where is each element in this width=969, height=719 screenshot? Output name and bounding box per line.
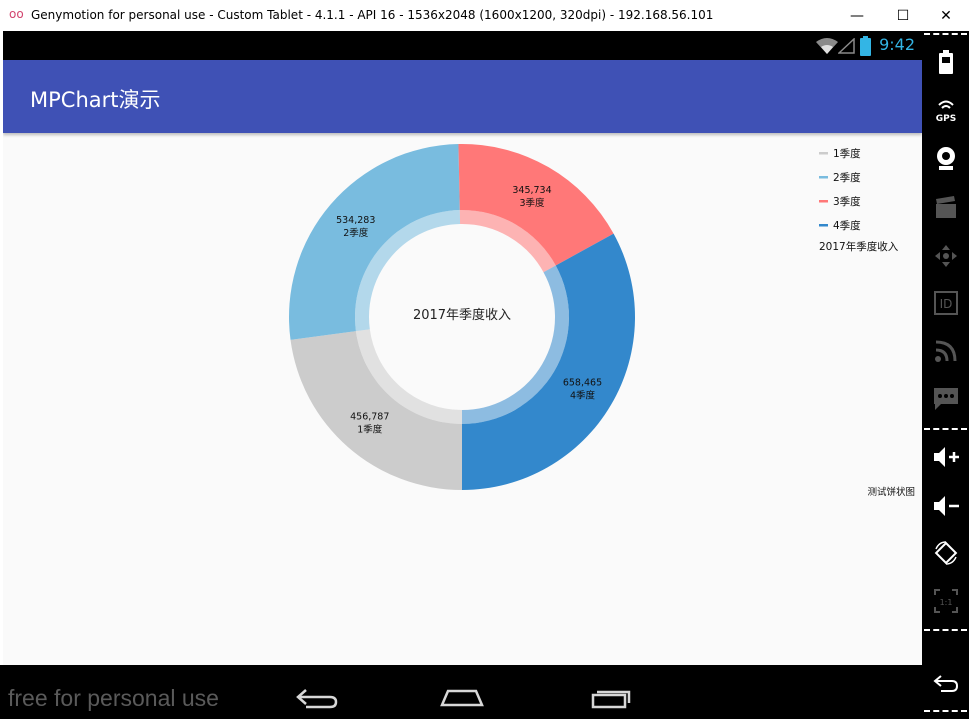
minimize-button[interactable]: — <box>834 0 880 31</box>
window-title: Genymotion for personal use - Custom Tab… <box>31 8 714 22</box>
battery-status-icon <box>860 36 871 56</box>
camera-icon[interactable] <box>922 144 969 172</box>
id-icon[interactable]: ID <box>922 289 969 317</box>
volume-down-icon[interactable] <box>922 492 969 520</box>
window-titlebar: oo Genymotion for personal use - Custom … <box>0 0 969 32</box>
rotate-icon[interactable] <box>922 539 969 567</box>
android-nav-bar: free for personal use <box>0 665 922 719</box>
legend-item-label: 4季度 <box>833 219 861 232</box>
nav-home-icon[interactable] <box>432 675 492 715</box>
device-screen: 9:42 MPChart演示 456,787 1季度 534,283 2季度 345,7… <box>3 31 922 665</box>
gps-icon[interactable]: GPS <box>922 96 969 124</box>
panel-divider <box>924 33 967 35</box>
scale-label: 1:1 <box>939 598 952 607</box>
app-title: MPChart演示 <box>30 88 161 112</box>
chart-legend: 1季度 2季度 3季度 4季度 <box>819 147 861 232</box>
watermark-text: free for personal use <box>8 685 219 711</box>
chart-description: 测试饼状图 <box>867 486 915 498</box>
video-icon[interactable] <box>922 194 969 222</box>
legend-swatch <box>819 152 828 155</box>
panel-divider <box>924 428 967 430</box>
nav-recents-icon[interactable] <box>580 675 640 715</box>
dpad-icon[interactable] <box>922 242 969 270</box>
legend-item-label: 3季度 <box>833 195 861 208</box>
legend-item-label: 1季度 <box>833 147 861 160</box>
genymotion-logo: oo <box>9 7 24 21</box>
slice-category-label: 2季度 <box>343 227 369 239</box>
wifi-icon <box>816 38 838 54</box>
signal-icon <box>838 38 855 54</box>
emulator-side-panel: GPS ID 1:1 <box>922 31 969 719</box>
slice-value-label: 456,787 <box>350 411 389 422</box>
android-status-bar: 9:42 <box>3 31 922 60</box>
close-button[interactable]: ✕ <box>923 0 969 31</box>
maximize-icon: ☐ <box>896 7 910 24</box>
gps-label: GPS <box>935 114 955 123</box>
legend-caption: 2017年季度收入 <box>819 240 899 253</box>
legend-swatch <box>819 200 828 203</box>
slice-category-label: 3季度 <box>519 197 545 209</box>
slice-value-label: 658,465 <box>563 377 602 388</box>
pixel-perfect-icon[interactable]: 1:1 <box>922 587 969 615</box>
minimize-icon: — <box>850 7 864 24</box>
slice-value-label: 534,283 <box>336 215 375 226</box>
volume-up-icon[interactable] <box>922 443 969 471</box>
pie-chart[interactable]: 456,7871季度534,2832季度345,7343季度658,4654季度… <box>3 133 922 665</box>
close-icon: ✕ <box>940 7 952 24</box>
status-time: 9:42 <box>879 35 915 54</box>
rss-icon[interactable] <box>922 337 969 365</box>
slice-category-label: 1季度 <box>357 423 383 435</box>
back-icon[interactable] <box>922 671 969 695</box>
id-label: ID <box>939 297 952 311</box>
slice-category-label: 4季度 <box>570 389 596 401</box>
panel-divider <box>924 629 967 631</box>
battery-icon[interactable] <box>922 49 969 75</box>
legend-swatch <box>819 224 828 227</box>
maximize-button[interactable]: ☐ <box>880 0 926 31</box>
chart-center-text: 2017年季度收入 <box>413 307 511 323</box>
slice-value-label: 345,734 <box>512 185 551 196</box>
nav-back-icon[interactable] <box>286 675 346 715</box>
legend-item-label: 2季度 <box>833 171 861 184</box>
sms-icon[interactable] <box>922 385 969 413</box>
legend-swatch <box>819 176 828 179</box>
panel-divider <box>924 710 967 712</box>
app-bar: MPChart演示 <box>3 60 922 133</box>
